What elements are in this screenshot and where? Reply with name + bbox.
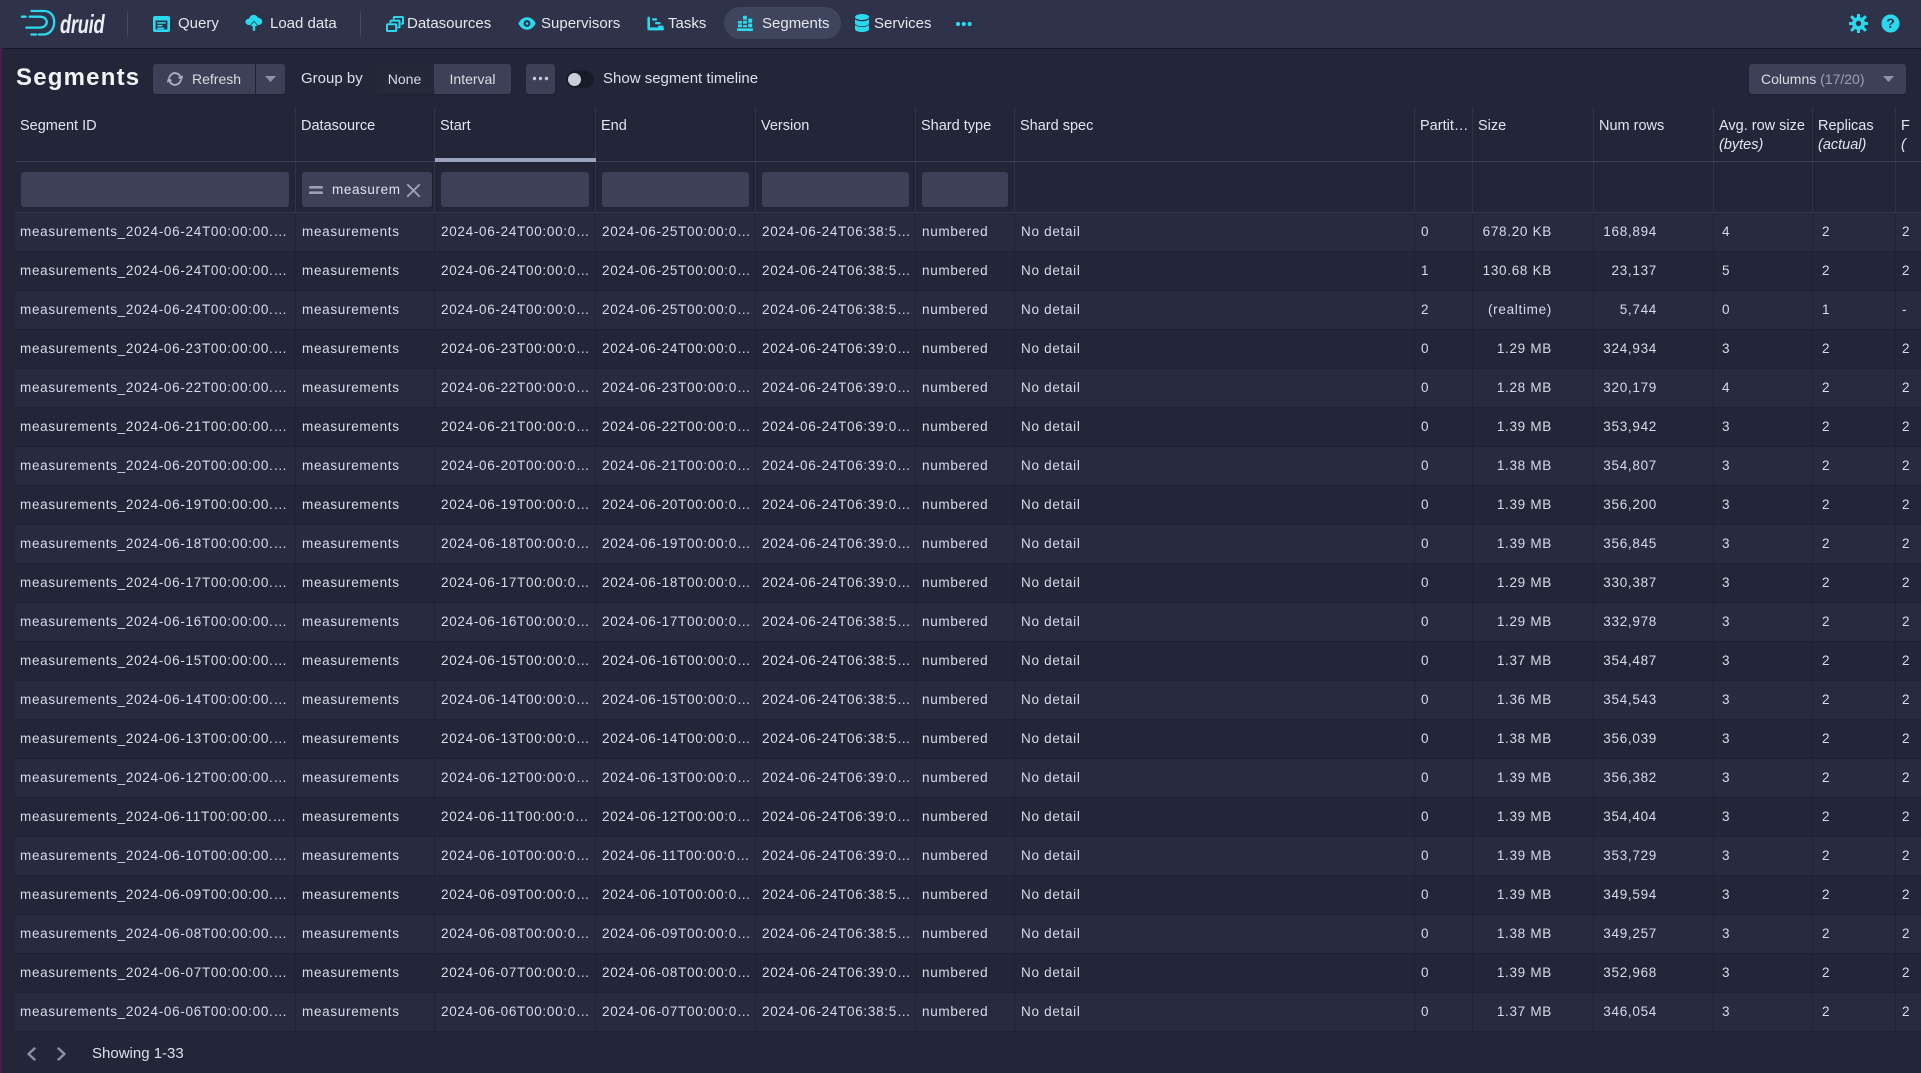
svg-text:?: ? — [1886, 15, 1895, 31]
